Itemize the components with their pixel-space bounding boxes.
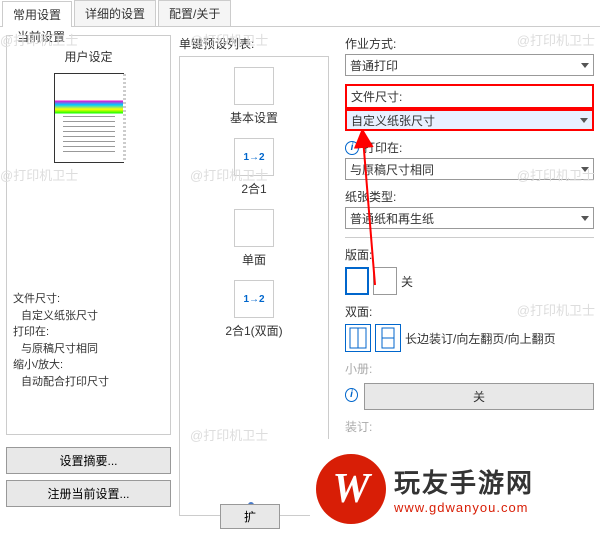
middle-panel: 单键预设列表: 基本设置 1→2 2合1 单面 1→2 2合1(双面) xyxy=(179,35,329,532)
preset-1to2b-icon: 1→2 xyxy=(234,280,274,318)
settings-summary-button[interactable]: 设置摘要... xyxy=(6,447,171,474)
layout-label: 版面: xyxy=(345,246,594,263)
tab-common[interactable]: 常用设置 xyxy=(2,1,72,27)
chevron-down-icon xyxy=(581,167,589,172)
chevron-down-icon xyxy=(581,63,589,68)
duplex-value: 长边装订/向左翻页/向上翻页 xyxy=(405,330,556,347)
tab-detailed[interactable]: 详细的设置 xyxy=(74,0,156,26)
file-size-label: 文件尺寸: xyxy=(351,88,588,105)
site-logo-overlay: W 玩友手游网 www.gdwanyou.com xyxy=(310,439,600,539)
logo-url: www.gdwanyou.com xyxy=(394,500,594,515)
booklet-label: 小册: xyxy=(345,360,594,377)
preset-1to2-icon: 1→2 xyxy=(234,138,274,176)
preset-single-icon xyxy=(234,209,274,247)
tab-config[interactable]: 配置/关于 xyxy=(158,0,231,26)
preset-basic-icon xyxy=(234,67,274,105)
expand-button[interactable]: 扩 xyxy=(220,504,280,529)
preset-list-label: 单键预设列表: xyxy=(179,35,329,52)
layout-value: 关 xyxy=(401,273,413,290)
info-icon[interactable]: i xyxy=(345,141,359,155)
paper-type-label: 纸张类型: xyxy=(345,188,594,205)
file-size-dropdown[interactable]: 自定义纸张尺寸 xyxy=(345,109,594,131)
left-panel: 当前设置 用户设定 文件尺寸: 自定义纸张尺寸 打印在: 与原稿尺寸相同 缩小/… xyxy=(6,35,171,532)
print-on-dropdown[interactable]: 与原稿尺寸相同 xyxy=(345,158,594,180)
logo-title: 玩友手游网 xyxy=(394,463,594,500)
register-settings-button[interactable]: 注册当前设置... xyxy=(6,480,171,507)
preset-1to2b[interactable]: 1→2 2合1(双面) xyxy=(186,276,322,343)
preset-basic[interactable]: 基本设置 xyxy=(186,63,322,130)
preset-single[interactable]: 单面 xyxy=(186,205,322,272)
page-preview xyxy=(54,73,124,163)
duplex-icon-flip[interactable] xyxy=(375,324,401,352)
layout-icon-2[interactable] xyxy=(373,267,397,295)
booklet-dropdown[interactable]: 关 xyxy=(364,383,594,410)
tab-bar: 常用设置 详细的设置 配置/关于 xyxy=(0,0,600,27)
chevron-down-icon xyxy=(580,118,588,123)
group-title: 当前设置 xyxy=(13,28,69,45)
duplex-icon-open[interactable] xyxy=(345,324,371,352)
preset-list[interactable]: 基本设置 1→2 2合1 单面 1→2 2合1(双面) xyxy=(179,56,329,516)
current-settings-group: 当前设置 用户设定 文件尺寸: 自定义纸张尺寸 打印在: 与原稿尺寸相同 缩小/… xyxy=(6,35,171,435)
job-type-label: 作业方式: xyxy=(345,35,594,52)
chevron-down-icon xyxy=(581,216,589,221)
settings-summary-text: 文件尺寸: 自定义纸张尺寸 打印在: 与原稿尺寸相同 缩小/放大: 自动配合打印… xyxy=(13,291,164,390)
info-icon[interactable]: i xyxy=(345,388,358,402)
user-setting-label: 用户设定 xyxy=(13,48,164,65)
duplex-label: 双面: xyxy=(345,303,594,320)
layout-icon-1[interactable] xyxy=(345,267,369,295)
print-on-label: i打印在: xyxy=(345,139,594,156)
logo-icon: W xyxy=(316,454,386,524)
binding-label: 装订: xyxy=(345,418,594,435)
preset-1to2[interactable]: 1→2 2合1 xyxy=(186,134,322,201)
job-type-dropdown[interactable]: 普通打印 xyxy=(345,54,594,76)
paper-type-dropdown[interactable]: 普通纸和再生纸 xyxy=(345,207,594,229)
